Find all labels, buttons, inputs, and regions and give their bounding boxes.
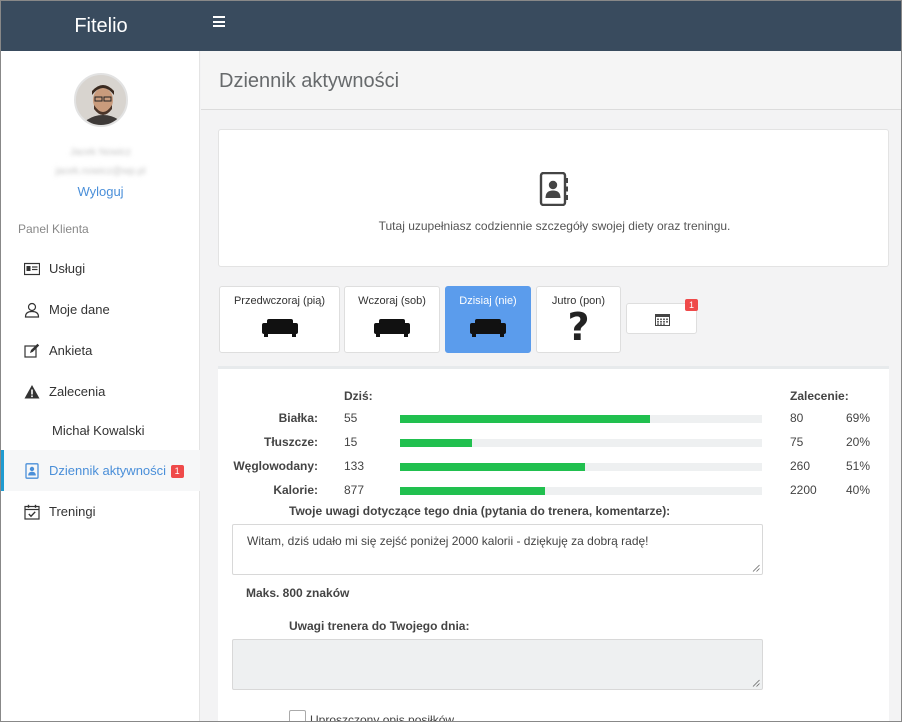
edit-icon [24,343,40,358]
sidebar-item-label: Zalecenia [49,384,106,399]
progress-bar [400,415,762,423]
info-text: Tutaj uzupełniasz codziennie szczegóły s… [378,219,731,233]
app-window: Fitelio Jacek Nowicz jacek.nowicz@wp.pl … [0,0,902,722]
page-title: Dziennik aktywności [219,70,400,92]
simplified-meals-label[interactable]: Uproszczony opis posiłków [310,713,454,721]
contact-book-icon [539,172,568,206]
warning-icon [24,385,40,399]
resize-grip-icon[interactable] [752,564,760,572]
max-chars-label: Maks. 800 znaków [246,586,350,600]
day-tab-label: Dzisiaj (nie) [459,295,517,307]
question-icon: ? [567,305,590,349]
resize-grip-icon[interactable] [752,679,760,687]
progress-fill [400,415,650,423]
top-navbar: Fitelio [1,1,901,51]
logout-link[interactable]: Wyloguj [1,184,200,199]
info-panel: Tutaj uzupełniasz codziennie szczegóły s… [218,129,889,267]
user-icon [24,302,40,318]
sofa-icon [261,319,298,337]
notes-textarea[interactable]: Witam, dziś udało mi się zejść poniżej 2… [232,524,763,575]
sidebar: Jacek Nowicz jacek.nowicz@wp.pl Wyloguj … [1,51,200,721]
recommended-value: 75 [790,435,804,449]
nutrient-value: 133 [344,459,365,473]
sidebar-item-dziennik-aktywnosci[interactable]: Dziennik aktywności 1 [1,450,200,491]
sidebar-item-zalecenia[interactable]: Zalecenia [1,371,200,412]
brand-logo[interactable]: Fitelio [1,1,201,51]
user-email: jacek.nowicz@wp.pl [55,166,146,177]
nutrient-value: 55 [344,411,358,425]
nutrient-name: Węglowodany: [233,459,318,473]
avatar [74,73,128,127]
sidebar-item-moje-dane[interactable]: Moje dane [1,289,200,330]
sidebar-nav: Usługi Moje dane Ankieta Zalecenia Micha… [1,248,200,532]
progress-fill [400,439,473,447]
sidebar-item-ankieta[interactable]: Ankieta [1,330,200,371]
progress-bar [400,487,762,495]
trainer-notes-textarea [232,639,763,690]
percent-value: 20% [846,435,871,449]
simplified-meals-checkbox[interactable] [289,710,306,721]
day-tab-label: Przedwczoraj (pią) [233,295,326,307]
progress-bar [400,463,762,471]
day-tab-label: Wczoraj (sob) [358,295,426,307]
percent-value: 51% [846,459,871,473]
calendar-icon [655,314,670,326]
menu-toggle-icon[interactable] [213,16,225,32]
sidebar-item-label: Dziennik aktywności [49,463,167,478]
calendar-badge: 1 [685,299,699,311]
recommend-header: Zalecenie: [790,389,849,403]
nutrition-row-kalorie: Kalorie: 877 2200 40% [218,480,889,500]
nutrient-name: Białka: [278,411,318,425]
user-name: Jacek Nowicz [69,147,132,158]
sidebar-item-uslugi[interactable]: Usługi [1,248,200,289]
progress-fill [400,463,585,471]
page-header: Dziennik aktywności [201,51,901,110]
percent-value: 40% [846,483,871,497]
sidebar-item-michal-kowalski[interactable]: Michał Kowalski [1,412,200,450]
nutrition-row-weglowodany: Węglowodany: 133 260 51% [218,456,889,476]
nutrition-row-tluszcze: Tłuszcze: 15 75 20% [218,432,889,452]
sidebar-item-label: Treningi [49,504,96,519]
tab-dzisiaj[interactable]: Dzisiaj (nie) [445,286,531,353]
progress-bar [400,439,762,447]
nutrient-name: Kalorie: [273,483,318,497]
sidebar-item-treningi[interactable]: Treningi [1,491,200,532]
sidebar-item-label: Moje dane [49,302,110,317]
nutrition-panel: Dziś: Zalecenie: Białka: 55 80 69% Tłusz… [218,366,889,721]
nutrient-name: Tłuszcze: [263,435,318,449]
notification-badge: 1 [170,465,184,478]
id-card-icon [24,262,40,276]
main-content: Dziennik aktywności Tutaj uzupełniasz co… [201,51,901,721]
contact-book-icon [25,463,39,479]
trainer-notes-label: Uwagi trenera do Twojego dnia: [289,619,470,633]
tab-przedwczoraj[interactable]: Przedwczoraj (pią) [219,286,340,353]
tab-wczoraj[interactable]: Wczoraj (sob) [344,286,440,353]
recommended-value: 80 [790,411,804,425]
nutrition-row-bialka: Białka: 55 80 69% [218,408,889,428]
notes-text: Witam, dziś udało mi się zejść poniżej 2… [247,534,649,548]
sofa-icon [374,319,410,337]
panel-label: Panel Klienta [18,222,89,236]
recommended-value: 2200 [790,483,817,497]
recommended-value: 260 [790,459,811,473]
today-header: Dziś: [344,389,373,403]
nutrient-value: 877 [344,483,365,497]
sofa-icon [470,319,506,337]
sidebar-item-label: Michał Kowalski [52,423,145,438]
sidebar-item-label: Ankieta [49,343,93,358]
sidebar-item-label: Usługi [49,261,86,276]
tab-jutro[interactable]: Jutro (pon) ? [536,286,621,353]
notes-label: Twoje uwagi dotyczące tego dnia (pytania… [289,504,671,518]
progress-fill [400,487,545,495]
nutrient-value: 15 [344,435,358,449]
percent-value: 69% [846,411,871,425]
calendar-check-icon [24,504,40,520]
